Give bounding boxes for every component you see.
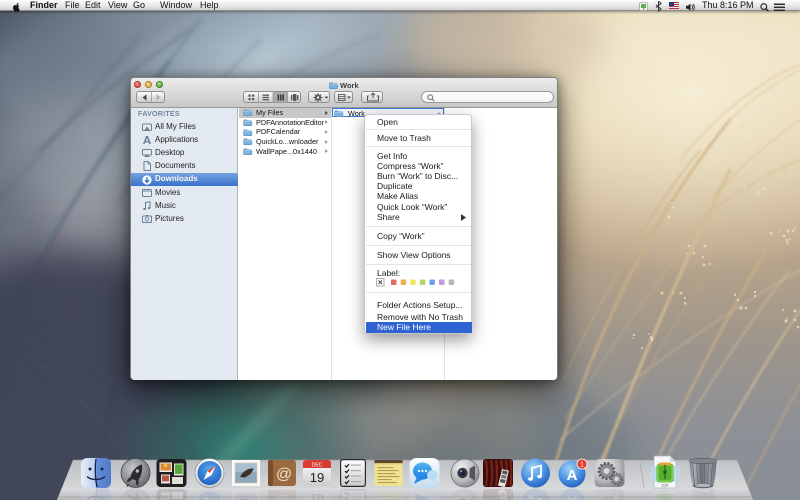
svg-text:19: 19 — [310, 470, 324, 485]
svg-text:A: A — [567, 467, 578, 484]
svg-text:1: 1 — [580, 460, 584, 469]
svg-text:@: @ — [276, 466, 292, 483]
svg-text:DEC: DEC — [312, 463, 323, 469]
